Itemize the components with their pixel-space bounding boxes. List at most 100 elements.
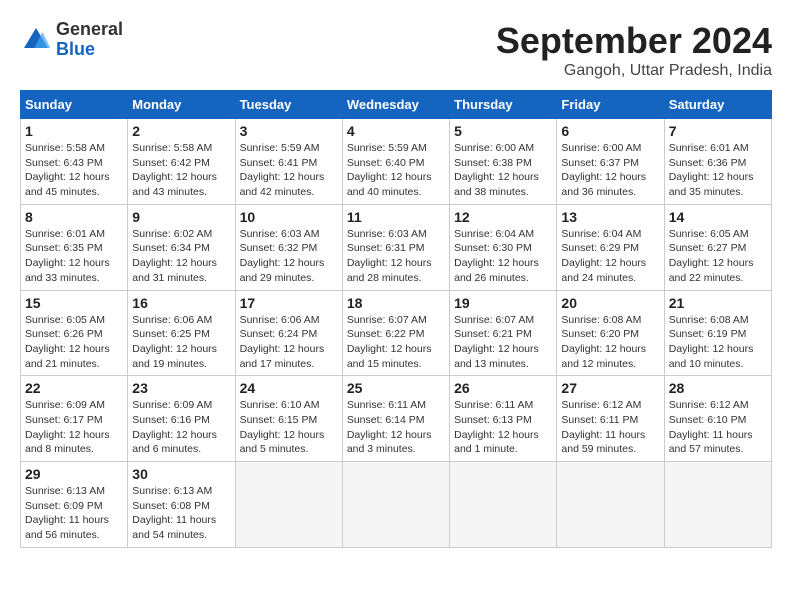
day-info-26: Sunrise: 6:11 AMSunset: 6:13 PMDaylight:… [454, 398, 552, 457]
day-number-2: 2 [132, 123, 230, 139]
header-wednesday: Wednesday [342, 91, 449, 119]
header-friday: Friday [557, 91, 664, 119]
calendar-day-7: 7 Sunrise: 6:01 AMSunset: 6:36 PMDayligh… [664, 119, 771, 205]
calendar-week-5: 29 Sunrise: 6:13 AMSunset: 6:09 PMDaylig… [21, 462, 772, 548]
day-info-11: Sunrise: 6:03 AMSunset: 6:31 PMDaylight:… [347, 227, 445, 286]
page-header: General Blue September 2024 Gangoh, Utta… [20, 20, 772, 80]
day-number-29: 29 [25, 466, 123, 482]
calendar-day-18: 18 Sunrise: 6:07 AMSunset: 6:22 PMDaylig… [342, 290, 449, 376]
day-info-18: Sunrise: 6:07 AMSunset: 6:22 PMDaylight:… [347, 313, 445, 372]
day-info-17: Sunrise: 6:06 AMSunset: 6:24 PMDaylight:… [240, 313, 338, 372]
empty-cell [557, 462, 664, 548]
empty-cell [450, 462, 557, 548]
day-info-15: Sunrise: 6:05 AMSunset: 6:26 PMDaylight:… [25, 313, 123, 372]
calendar-day-13: 13 Sunrise: 6:04 AMSunset: 6:29 PMDaylig… [557, 204, 664, 290]
day-number-9: 9 [132, 209, 230, 225]
calendar-day-27: 27 Sunrise: 6:12 AMSunset: 6:11 PMDaylig… [557, 376, 664, 462]
calendar-day-8: 8 Sunrise: 6:01 AMSunset: 6:35 PMDayligh… [21, 204, 128, 290]
day-info-22: Sunrise: 6:09 AMSunset: 6:17 PMDaylight:… [25, 398, 123, 457]
day-number-1: 1 [25, 123, 123, 139]
day-number-8: 8 [25, 209, 123, 225]
day-info-25: Sunrise: 6:11 AMSunset: 6:14 PMDaylight:… [347, 398, 445, 457]
calendar-day-9: 9 Sunrise: 6:02 AMSunset: 6:34 PMDayligh… [128, 204, 235, 290]
day-number-12: 12 [454, 209, 552, 225]
day-number-21: 21 [669, 295, 767, 311]
day-info-4: Sunrise: 5:59 AMSunset: 6:40 PMDaylight:… [347, 141, 445, 200]
calendar-header-row: Sunday Monday Tuesday Wednesday Thursday… [21, 91, 772, 119]
day-info-6: Sunrise: 6:00 AMSunset: 6:37 PMDaylight:… [561, 141, 659, 200]
day-info-21: Sunrise: 6:08 AMSunset: 6:19 PMDaylight:… [669, 313, 767, 372]
calendar-day-14: 14 Sunrise: 6:05 AMSunset: 6:27 PMDaylig… [664, 204, 771, 290]
calendar-day-15: 15 Sunrise: 6:05 AMSunset: 6:26 PMDaylig… [21, 290, 128, 376]
day-info-12: Sunrise: 6:04 AMSunset: 6:30 PMDaylight:… [454, 227, 552, 286]
calendar-day-3: 3 Sunrise: 5:59 AMSunset: 6:41 PMDayligh… [235, 119, 342, 205]
day-info-30: Sunrise: 6:13 AMSunset: 6:08 PMDaylight:… [132, 484, 230, 543]
day-number-11: 11 [347, 209, 445, 225]
day-number-22: 22 [25, 380, 123, 396]
day-number-4: 4 [347, 123, 445, 139]
calendar-day-22: 22 Sunrise: 6:09 AMSunset: 6:17 PMDaylig… [21, 376, 128, 462]
empty-cell [664, 462, 771, 548]
day-info-8: Sunrise: 6:01 AMSunset: 6:35 PMDaylight:… [25, 227, 123, 286]
calendar-day-6: 6 Sunrise: 6:00 AMSunset: 6:37 PMDayligh… [557, 119, 664, 205]
calendar-day-10: 10 Sunrise: 6:03 AMSunset: 6:32 PMDaylig… [235, 204, 342, 290]
day-number-23: 23 [132, 380, 230, 396]
calendar-day-2: 2 Sunrise: 5:58 AMSunset: 6:42 PMDayligh… [128, 119, 235, 205]
location-title: Gangoh, Uttar Pradesh, India [496, 62, 772, 80]
calendar-day-12: 12 Sunrise: 6:04 AMSunset: 6:30 PMDaylig… [450, 204, 557, 290]
calendar-day-20: 20 Sunrise: 6:08 AMSunset: 6:20 PMDaylig… [557, 290, 664, 376]
logo-general: General [56, 20, 123, 40]
day-info-5: Sunrise: 6:00 AMSunset: 6:38 PMDaylight:… [454, 141, 552, 200]
day-number-16: 16 [132, 295, 230, 311]
day-number-14: 14 [669, 209, 767, 225]
empty-cell [235, 462, 342, 548]
calendar-week-4: 22 Sunrise: 6:09 AMSunset: 6:17 PMDaylig… [21, 376, 772, 462]
calendar-day-5: 5 Sunrise: 6:00 AMSunset: 6:38 PMDayligh… [450, 119, 557, 205]
day-info-13: Sunrise: 6:04 AMSunset: 6:29 PMDaylight:… [561, 227, 659, 286]
day-number-26: 26 [454, 380, 552, 396]
logo-blue: Blue [56, 40, 123, 60]
day-number-13: 13 [561, 209, 659, 225]
day-info-2: Sunrise: 5:58 AMSunset: 6:42 PMDaylight:… [132, 141, 230, 200]
logo-icon [20, 24, 52, 56]
header-tuesday: Tuesday [235, 91, 342, 119]
calendar-day-24: 24 Sunrise: 6:10 AMSunset: 6:15 PMDaylig… [235, 376, 342, 462]
calendar-day-11: 11 Sunrise: 6:03 AMSunset: 6:31 PMDaylig… [342, 204, 449, 290]
calendar-day-25: 25 Sunrise: 6:11 AMSunset: 6:14 PMDaylig… [342, 376, 449, 462]
header-saturday: Saturday [664, 91, 771, 119]
day-info-1: Sunrise: 5:58 AMSunset: 6:43 PMDaylight:… [25, 141, 123, 200]
calendar-day-19: 19 Sunrise: 6:07 AMSunset: 6:21 PMDaylig… [450, 290, 557, 376]
header-monday: Monday [128, 91, 235, 119]
logo-text: General Blue [56, 20, 123, 60]
calendar-day-21: 21 Sunrise: 6:08 AMSunset: 6:19 PMDaylig… [664, 290, 771, 376]
day-info-19: Sunrise: 6:07 AMSunset: 6:21 PMDaylight:… [454, 313, 552, 372]
title-area: September 2024 Gangoh, Uttar Pradesh, In… [496, 20, 772, 80]
day-number-24: 24 [240, 380, 338, 396]
day-number-18: 18 [347, 295, 445, 311]
calendar-day-26: 26 Sunrise: 6:11 AMSunset: 6:13 PMDaylig… [450, 376, 557, 462]
day-number-10: 10 [240, 209, 338, 225]
day-info-16: Sunrise: 6:06 AMSunset: 6:25 PMDaylight:… [132, 313, 230, 372]
empty-cell [342, 462, 449, 548]
day-number-5: 5 [454, 123, 552, 139]
day-number-7: 7 [669, 123, 767, 139]
calendar-day-29: 29 Sunrise: 6:13 AMSunset: 6:09 PMDaylig… [21, 462, 128, 548]
calendar-day-16: 16 Sunrise: 6:06 AMSunset: 6:25 PMDaylig… [128, 290, 235, 376]
day-number-15: 15 [25, 295, 123, 311]
day-number-19: 19 [454, 295, 552, 311]
day-number-17: 17 [240, 295, 338, 311]
day-number-3: 3 [240, 123, 338, 139]
calendar-day-30: 30 Sunrise: 6:13 AMSunset: 6:08 PMDaylig… [128, 462, 235, 548]
day-info-3: Sunrise: 5:59 AMSunset: 6:41 PMDaylight:… [240, 141, 338, 200]
calendar-week-1: 1 Sunrise: 5:58 AMSunset: 6:43 PMDayligh… [21, 119, 772, 205]
day-number-25: 25 [347, 380, 445, 396]
day-number-20: 20 [561, 295, 659, 311]
day-number-30: 30 [132, 466, 230, 482]
day-number-28: 28 [669, 380, 767, 396]
day-info-23: Sunrise: 6:09 AMSunset: 6:16 PMDaylight:… [132, 398, 230, 457]
day-number-27: 27 [561, 380, 659, 396]
calendar-week-3: 15 Sunrise: 6:05 AMSunset: 6:26 PMDaylig… [21, 290, 772, 376]
logo: General Blue [20, 20, 123, 60]
day-info-24: Sunrise: 6:10 AMSunset: 6:15 PMDaylight:… [240, 398, 338, 457]
header-sunday: Sunday [21, 91, 128, 119]
